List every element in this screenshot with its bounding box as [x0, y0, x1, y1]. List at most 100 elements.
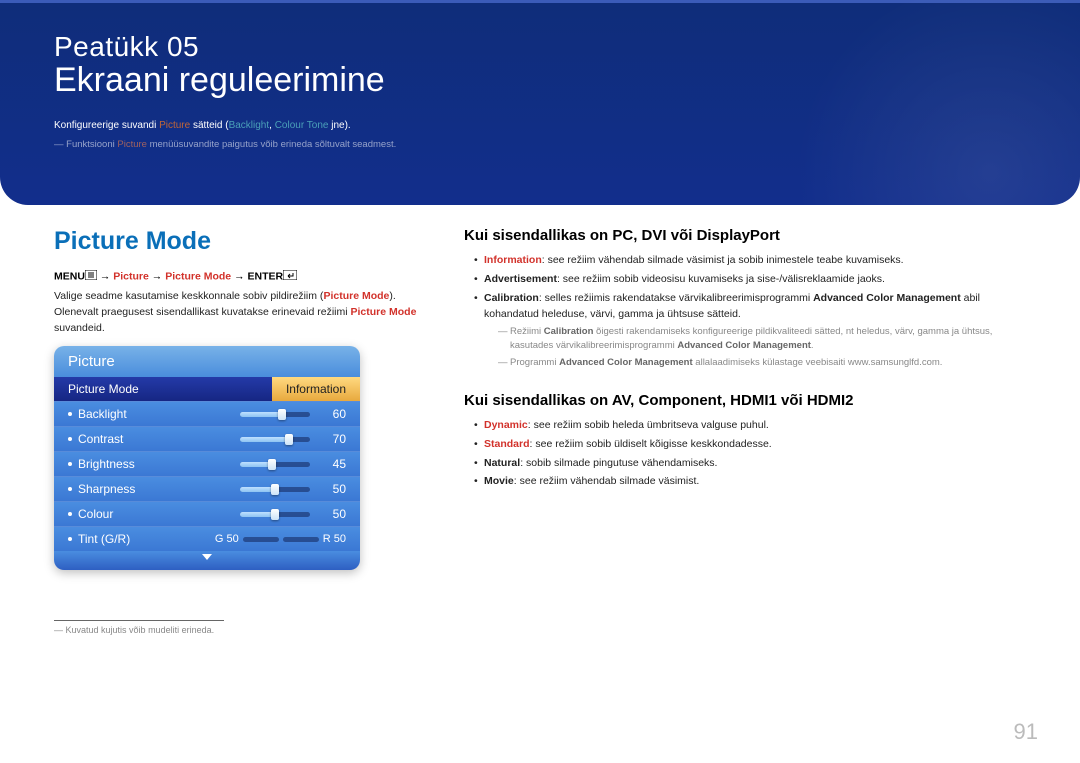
osd-label: Contrast: [78, 432, 240, 446]
osd-label: Sharpness: [78, 482, 240, 496]
osd-row-tint[interactable]: Tint (G/R) G 50 R 50: [54, 526, 360, 551]
bullet-icon: [68, 437, 72, 441]
tint-g-label: G 50: [215, 533, 239, 545]
nav-picture: Picture: [113, 270, 149, 282]
tint-r-slider[interactable]: [283, 537, 319, 542]
tint-g-slider[interactable]: [243, 537, 279, 542]
chapter-header: Peatükk 05 Ekraani reguleerimine Konfigu…: [0, 0, 1080, 205]
arrow: →: [97, 270, 113, 282]
osd-row[interactable]: Colour 50: [54, 501, 360, 526]
txt-red: Picture Mode: [323, 290, 389, 302]
bullet-text: : see režiim vähendab silmade väsimist.: [514, 475, 700, 487]
osd-value: 45: [320, 457, 346, 471]
txt: menüüsuvandite paigutus võib erineda sõl…: [147, 139, 396, 150]
menu-path: MENU → Picture → Picture Mode → ENTER: [54, 270, 434, 283]
enter-icon: [283, 270, 297, 283]
chapter-title: Ekraani reguleerimine: [54, 61, 1026, 100]
right-heading-2: Kui sisendallikas on AV, Component, HDMI…: [464, 392, 1026, 409]
footnote-text: Kuvatud kujutis võib mudeliti erineda.: [66, 625, 215, 635]
left-paragraph-1: Valige seadme kasutamise keskkonnale sob…: [54, 289, 434, 305]
bullet-term: Dynamic: [484, 419, 528, 431]
osd-label: Backlight: [78, 407, 240, 421]
arrow: →: [231, 270, 247, 282]
osd-slider[interactable]: [240, 487, 310, 492]
bullet-text: : see režiim sobib üldiselt kõigisse kes…: [530, 438, 772, 450]
osd-row[interactable]: Brightness 45: [54, 451, 360, 476]
bullet-list-2: Dynamic: see režiim sobib heleda ümbrits…: [464, 417, 1026, 490]
txt-red: Picture: [159, 120, 190, 131]
txt: Valige seadme kasutamise keskkonnale sob…: [54, 290, 323, 302]
arrow: →: [149, 270, 165, 282]
osd-row[interactable]: Backlight 60: [54, 401, 360, 426]
bullet-list-1: Information: see režiim vähendab silmade…: [464, 252, 1026, 370]
bullet-term: Standard: [484, 438, 530, 450]
osd-label: Colour: [78, 507, 240, 521]
bullet-term: Natural: [484, 457, 520, 469]
bullet-term: Calibration: [484, 292, 539, 304]
osd-label: Brightness: [78, 457, 240, 471]
osd-scroll-down[interactable]: [54, 551, 360, 570]
txt: Konfigureerige suvandi: [54, 120, 159, 131]
bullet-icon: [68, 487, 72, 491]
osd-slider[interactable]: [240, 512, 310, 517]
bullet-item: Information: see režiim vähendab silmade…: [474, 252, 1026, 269]
bullet-icon: [68, 412, 72, 416]
bullet-text: : see režiim sobib heleda ümbritseva val…: [528, 419, 769, 431]
txt-red: Picture: [117, 139, 147, 150]
footnote-rule: [54, 620, 224, 621]
page-number: 91: [1014, 719, 1038, 745]
menu-icon: [85, 270, 97, 283]
bullet-term: Movie: [484, 475, 514, 487]
bullet-text: : sobib silmade pingutuse vähendamiseks.: [520, 457, 717, 469]
bullet-item: Calibration: selles režiimis rakendataks…: [474, 290, 1026, 370]
osd-header-left[interactable]: Picture Mode: [54, 377, 272, 401]
txt: ).: [389, 290, 395, 302]
chapter-subtext: Konfigureerige suvandi Picture sätteid (…: [54, 118, 1026, 133]
sub-list: Režiimi Calibration õigesti rakendamisek…: [484, 325, 1026, 370]
txt: ― Funktsiooni: [54, 139, 117, 150]
osd-row[interactable]: Sharpness 50: [54, 476, 360, 501]
osd-slider[interactable]: [240, 437, 310, 442]
bullet-term: Advertisement: [484, 273, 557, 285]
bullet-icon: [68, 462, 72, 466]
bullet-text: : selles režiimis rakendatakse värvikali…: [539, 292, 813, 304]
txt-red: Picture Mode: [350, 306, 416, 318]
bullet-text: : see režiim vähendab silmade väsimist j…: [542, 254, 904, 266]
txt-teal: Backlight: [229, 120, 270, 131]
footnote: ― Kuvatud kujutis võib mudeliti erineda.: [54, 625, 434, 635]
nav-picture-mode: Picture Mode: [165, 270, 231, 282]
txt: suvandeid.: [54, 322, 105, 334]
bullet-item: Natural: sobib silmade pingutuse vähenda…: [474, 455, 1026, 472]
bullet-text: : see režiim sobib videosisu kuvamiseks …: [557, 273, 885, 285]
bullet-icon: [68, 512, 72, 516]
bullet-item: Dynamic: see režiim sobib heleda ümbrits…: [474, 417, 1026, 434]
txt: sätteid (: [190, 120, 228, 131]
section-title: Picture Mode: [54, 227, 434, 256]
sub-item: Programmi Advanced Color Management alla…: [498, 356, 1026, 370]
right-column: Kui sisendallikas on PC, DVI või Display…: [464, 227, 1026, 635]
enter-label: ENTER: [248, 270, 284, 282]
chapter-number: Peatükk 05: [54, 31, 1026, 63]
osd-menu: Picture Picture Mode Information Backlig…: [54, 346, 360, 570]
menu-label: MENU: [54, 270, 85, 282]
bullet-item: Standard: see režiim sobib üldiselt kõig…: [474, 436, 1026, 453]
osd-value: 60: [320, 407, 346, 421]
chevron-down-icon: [200, 552, 214, 562]
osd-header-right[interactable]: Information: [272, 377, 360, 401]
osd-title: Picture: [54, 346, 360, 377]
osd-row[interactable]: Contrast 70: [54, 426, 360, 451]
osd-label: Tint (G/R): [78, 532, 215, 546]
txt: Olenevalt praegusest sisendallikast kuva…: [54, 306, 350, 318]
bullet-bold: Advanced Color Management: [813, 292, 961, 304]
sub-item: Režiimi Calibration õigesti rakendamisek…: [498, 325, 1026, 354]
left-column: Picture Mode MENU → Picture → Picture Mo…: [54, 227, 434, 635]
osd-value: 70: [320, 432, 346, 446]
osd-value: 50: [320, 507, 346, 521]
chapter-note: ― Funktsiooni Picture menüüsuvandite pai…: [54, 139, 1026, 150]
osd-slider[interactable]: [240, 412, 310, 417]
osd-slider[interactable]: [240, 462, 310, 467]
osd-value: 50: [320, 482, 346, 496]
txt: jne).: [328, 120, 350, 131]
bullet-item: Movie: see režiim vähendab silmade väsim…: [474, 473, 1026, 490]
bullet-term: Information: [484, 254, 542, 266]
